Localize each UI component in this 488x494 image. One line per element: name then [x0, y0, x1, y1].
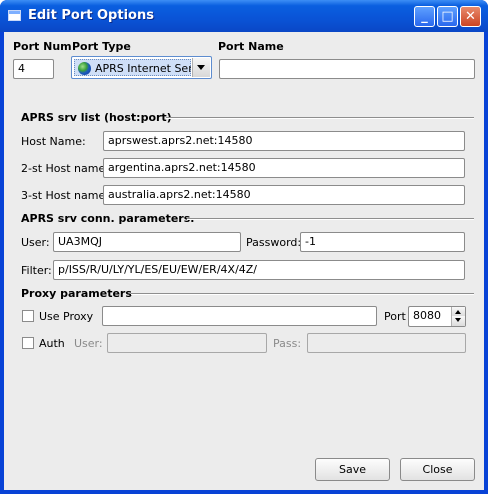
minimize-button[interactable]: _ [414, 6, 435, 27]
password-field[interactable]: -1 [300, 232, 465, 252]
proxy-port-value: 8080 [413, 309, 441, 322]
chevron-down-icon[interactable] [451, 316, 465, 326]
proxy-user-field[interactable] [107, 333, 267, 353]
port-type-value: APRS Internet Servi [95, 62, 191, 75]
port-name-field[interactable] [219, 59, 475, 79]
port-type-select[interactable]: APRS Internet Servi [71, 56, 212, 79]
conn-divider [187, 218, 474, 220]
host3-field[interactable]: australia.aprs2.net:14580 [103, 185, 465, 205]
srv-list-divider [166, 117, 474, 119]
dialog-body: Port Num Port Type Port Name 4 APRS Inte… [4, 32, 484, 490]
close-window-button[interactable]: ✕ [460, 6, 481, 27]
conn-section-title: APRS srv conn. parameters. [21, 212, 195, 225]
port-type-selection: APRS Internet Servi [74, 59, 191, 76]
auth-label: Auth [39, 337, 65, 350]
title-bar[interactable]: Edit Port Options _ □ ✕ [0, 0, 488, 32]
globe-icon [78, 62, 91, 75]
close-button[interactable]: Close [400, 458, 475, 481]
port-num-field[interactable]: 4 [13, 59, 54, 79]
host2-field[interactable]: argentina.aprs2.net:14580 [103, 158, 465, 178]
host3-label: 3-st Host name: [21, 189, 109, 202]
port-name-label: Port Name [218, 40, 284, 53]
proxy-host-field[interactable] [102, 306, 377, 326]
chevron-down-icon[interactable] [192, 58, 210, 77]
auth-checkbox[interactable] [22, 337, 34, 349]
port-type-label: Port Type [72, 40, 131, 53]
window-icon [8, 10, 21, 21]
host1-field[interactable]: aprswest.aprs2.net:14580 [103, 131, 465, 151]
srv-list-section-title: APRS srv list (host:port) [21, 111, 172, 124]
user-label: User: [21, 236, 50, 249]
use-proxy-checkbox[interactable] [22, 310, 34, 322]
filter-field[interactable]: p/ISS/R/U/LY/YL/ES/EU/EW/ER/4X/4Z/ [53, 260, 465, 280]
maximize-icon: □ [441, 9, 454, 24]
proxy-user-label: User: [74, 337, 103, 350]
minimize-icon: _ [421, 9, 428, 24]
filter-label: Filter: [21, 264, 52, 277]
password-label: Password: [246, 236, 302, 249]
proxy-pass-label: Pass: [273, 337, 302, 350]
port-num-label: Port Num [13, 40, 72, 53]
proxy-port-stepper[interactable]: 8080 [408, 306, 466, 327]
proxy-port-label: Port [384, 310, 406, 323]
close-icon: ✕ [465, 9, 476, 24]
dialog-window: Edit Port Options _ □ ✕ Port Num Port Ty… [0, 0, 488, 494]
save-button[interactable]: Save [315, 458, 390, 481]
window-title: Edit Port Options [28, 8, 154, 23]
proxy-divider [131, 293, 474, 295]
proxy-section-title: Proxy parameters [21, 287, 132, 300]
user-field[interactable]: UA3MQJ [53, 232, 241, 252]
maximize-button[interactable]: □ [437, 6, 458, 27]
host1-label: Host Name: [21, 135, 86, 148]
use-proxy-label: Use Proxy [39, 310, 94, 323]
proxy-pass-field[interactable] [307, 333, 466, 353]
host2-label: 2-st Host name: [21, 162, 109, 175]
